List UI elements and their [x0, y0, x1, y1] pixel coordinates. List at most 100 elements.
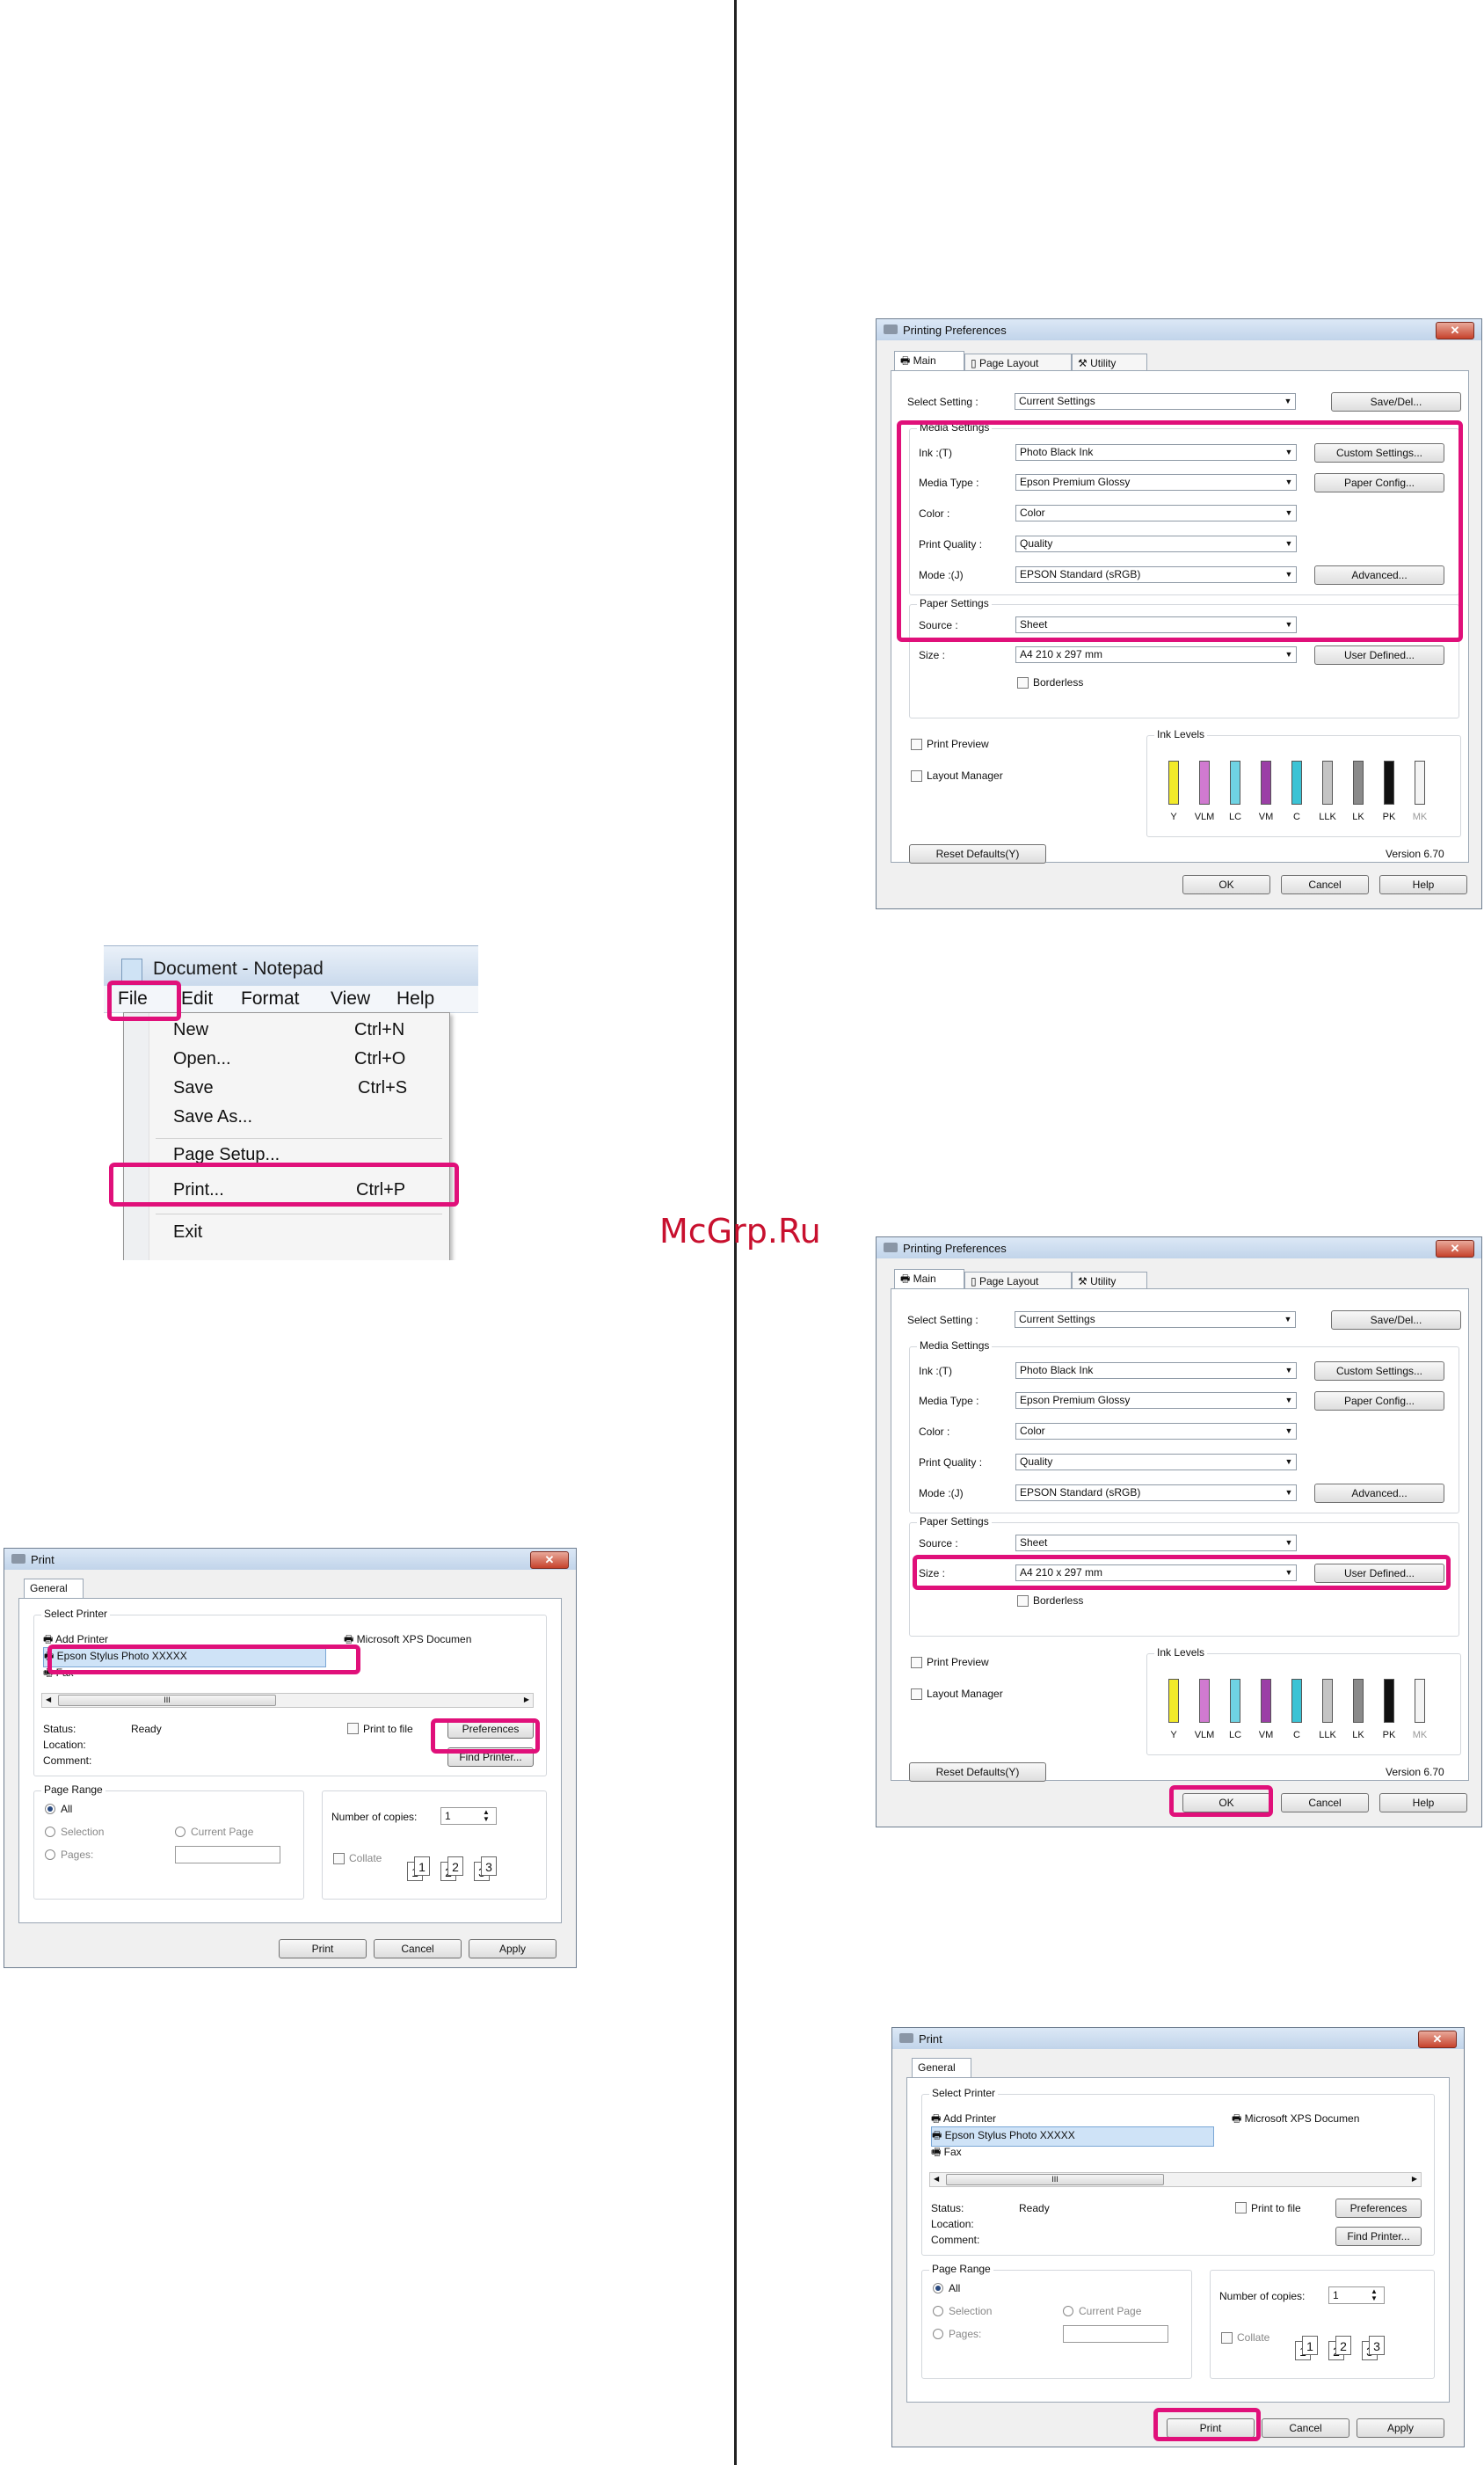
printer-epson[interactable]: 🖶 Epson Stylus Photo XXXXX — [931, 2126, 1214, 2147]
menu-item-save[interactable]: Save — [173, 1078, 214, 1098]
cancel-button[interactable]: Cancel — [1281, 1793, 1369, 1812]
pages-label: Pages: — [61, 1849, 94, 1861]
cancel-button[interactable]: Cancel — [374, 1939, 462, 1958]
printer-xps[interactable]: 🖶 Microsoft XPS Documen — [1232, 2111, 1359, 2129]
preferences-button[interactable]: Preferences — [1335, 2199, 1422, 2218]
tab-main[interactable]: 🖶 Main — [894, 1269, 964, 1289]
source-dropdown[interactable]: Sheet ▼ — [1015, 1535, 1297, 1551]
menu-help[interactable]: Help — [396, 988, 434, 1010]
save-del-button[interactable]: Save/Del... — [1331, 1310, 1461, 1330]
tab-utility[interactable]: ⚒ Utility — [1072, 1272, 1147, 1289]
borderless-checkbox[interactable] — [1017, 677, 1029, 689]
close-icon[interactable]: ✕ — [1418, 2031, 1457, 2048]
printer-list-scrollbar[interactable]: ◀ III ▶ — [929, 2172, 1422, 2187]
menu-format[interactable]: Format — [241, 988, 300, 1010]
layout-manager-checkbox[interactable] — [911, 770, 922, 782]
scroll-thumb[interactable]: III — [58, 1695, 276, 1706]
scroll-left-icon[interactable]: ◀ — [46, 1696, 51, 1703]
media-type-dropdown[interactable]: Epson Premium Glossy ▼ — [1015, 1392, 1297, 1409]
menu-item-open[interactable]: Open... — [173, 1049, 231, 1069]
tab-general[interactable]: General — [24, 1579, 84, 1599]
menu-view[interactable]: View — [331, 988, 370, 1010]
ink-label-pk: PK — [1382, 1730, 1396, 1740]
all-radio[interactable] — [933, 2283, 943, 2294]
size-label: Size : — [919, 649, 946, 661]
chevron-down-icon: ▼ — [1284, 1538, 1293, 1547]
layout-manager-checkbox[interactable] — [911, 1688, 922, 1700]
scroll-right-icon[interactable]: ▶ — [1412, 2175, 1417, 2183]
tab-utility[interactable]: ⚒ Utility — [1072, 354, 1147, 371]
custom-settings-button[interactable]: Custom Settings... — [1314, 1361, 1444, 1381]
print-title-bar: Print ✕ — [4, 1549, 576, 1570]
pages-radio[interactable] — [45, 1849, 55, 1860]
selection-radio[interactable] — [933, 2306, 943, 2316]
menu-item-save-as[interactable]: Save As... — [173, 1107, 252, 1127]
printer-list-scrollbar[interactable]: ◀ III ▶ — [41, 1693, 534, 1708]
advanced-button[interactable]: Advanced... — [1314, 1484, 1444, 1503]
close-icon[interactable]: ✕ — [1436, 1240, 1474, 1258]
color-dropdown[interactable]: Color ▼ — [1015, 1423, 1297, 1440]
pages-radio[interactable] — [933, 2329, 943, 2339]
size-dropdown[interactable]: A4 210 x 297 mm ▼ — [1015, 646, 1297, 663]
scroll-thumb[interactable]: III — [946, 2174, 1164, 2185]
menu-item-exit[interactable]: Exit — [173, 1222, 202, 1243]
collate-checkbox[interactable] — [333, 1853, 345, 1864]
mode-dropdown[interactable]: EPSON Standard (sRGB) ▼ — [1015, 1484, 1297, 1501]
select-setting-dropdown[interactable]: Current Settings ▼ — [1015, 393, 1296, 410]
help-button[interactable]: Help — [1379, 875, 1467, 894]
print-quality-dropdown[interactable]: Quality ▼ — [1015, 1454, 1297, 1470]
pages-input[interactable] — [1063, 2325, 1168, 2343]
ink-label-c: C — [1293, 812, 1300, 822]
highlight-file-menu — [107, 981, 181, 1021]
add-printer-icon: 🖶 — [43, 1633, 55, 1645]
borderless-label: Borderless — [1033, 676, 1084, 689]
close-icon[interactable]: ✕ — [530, 1551, 569, 1569]
print-button[interactable]: Print — [279, 1939, 367, 1958]
chevron-down-icon: ▼ — [1284, 1488, 1293, 1497]
cancel-button[interactable]: Cancel — [1262, 2418, 1349, 2438]
save-del-button[interactable]: Save/Del... — [1331, 392, 1461, 412]
printer-xps[interactable]: 🖶 Microsoft XPS Documen — [344, 1631, 471, 1650]
print-preview-checkbox[interactable] — [911, 739, 922, 750]
find-printer-button[interactable]: Find Printer... — [1335, 2227, 1422, 2246]
reset-defaults-button[interactable]: Reset Defaults(Y) — [909, 844, 1046, 864]
scroll-left-icon[interactable]: ◀ — [934, 2175, 939, 2183]
current-page-radio[interactable] — [175, 1827, 186, 1837]
scroll-right-icon[interactable]: ▶ — [524, 1696, 529, 1703]
apply-button[interactable]: Apply — [469, 1939, 556, 1958]
menu-edit[interactable]: Edit — [181, 988, 213, 1010]
tab-page-layout[interactable]: ▯ Page Layout — [964, 354, 1072, 371]
ink-dropdown[interactable]: Photo Black Ink ▼ — [1015, 1362, 1297, 1379]
close-icon[interactable]: ✕ — [1436, 322, 1474, 339]
print-preview-checkbox[interactable] — [911, 1657, 922, 1668]
cancel-button[interactable]: Cancel — [1281, 875, 1369, 894]
prefs-title-bar: Printing Preferences ✕ — [877, 319, 1481, 340]
spin-arrows-icon[interactable]: ▲ ▼ — [1371, 2288, 1378, 2302]
current-page-radio[interactable] — [1063, 2306, 1073, 2316]
spin-arrows-icon[interactable]: ▲ ▼ — [483, 1809, 490, 1823]
menu-item-new[interactable]: New — [173, 1020, 208, 1040]
tab-main[interactable]: 🖶 Main — [894, 351, 964, 371]
prefs-title: Printing Preferences — [903, 324, 1007, 337]
tab-general[interactable]: General — [912, 2058, 971, 2078]
collate-checkbox[interactable] — [1221, 2332, 1233, 2344]
collate-page-icon: 2 — [1335, 2336, 1351, 2355]
select-setting-dropdown[interactable]: Current Settings ▼ — [1015, 1311, 1296, 1328]
user-defined-button[interactable]: User Defined... — [1314, 645, 1444, 665]
borderless-checkbox[interactable] — [1017, 1595, 1029, 1607]
pages-input[interactable] — [175, 1846, 280, 1863]
page-range-label: Page Range — [41, 1783, 105, 1796]
apply-button[interactable]: Apply — [1357, 2418, 1444, 2438]
select-setting-label: Select Setting : — [907, 396, 978, 408]
reset-defaults-button[interactable]: Reset Defaults(Y) — [909, 1762, 1046, 1782]
selection-radio[interactable] — [45, 1827, 55, 1837]
print-to-file-checkbox[interactable] — [1235, 2202, 1247, 2213]
paper-config-button[interactable]: Paper Config... — [1314, 1391, 1444, 1411]
ok-button[interactable]: OK — [1182, 875, 1270, 894]
tab-page-layout[interactable]: ▯ Page Layout — [964, 1272, 1072, 1289]
all-radio[interactable] — [45, 1804, 55, 1814]
help-button[interactable]: Help — [1379, 1793, 1467, 1812]
selection-label: Selection — [949, 2305, 993, 2317]
printer-fax[interactable]: 🖷 Fax — [931, 2144, 962, 2162]
print-to-file-checkbox[interactable] — [347, 1723, 359, 1734]
